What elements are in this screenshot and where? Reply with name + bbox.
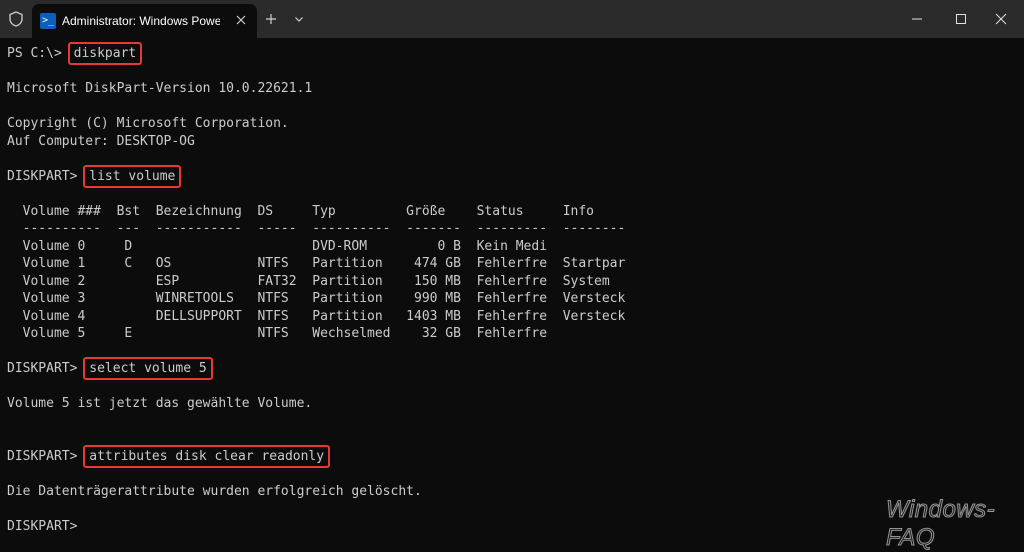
prompt: DISKPART> (7, 448, 86, 464)
tab-close-icon[interactable] (232, 11, 250, 29)
output-line: Volume 5 E NTFS Wechselmed 32 GB Fehlerf… (7, 326, 548, 341)
output-line: Volume 0 D DVD-ROM 0 B Kein Medi (7, 238, 548, 254)
tab-powershell[interactable]: >_ Administrator: Windows PowerShell (32, 4, 257, 38)
highlighted-command: select volume 5 (83, 357, 213, 380)
shield-icon (8, 11, 24, 27)
command-line: DISKPART> select volume 5 (7, 357, 213, 380)
output-line: Volume 3 WINRETOOLS NTFS Partition 990 M… (7, 291, 626, 306)
highlighted-command: diskpart (67, 42, 143, 65)
powershell-icon: >_ (40, 13, 56, 29)
output-line: ---------- --- ----------- ----- -------… (7, 221, 626, 236)
output-line: Volume ### Bst Bezeichnung DS Typ Größe … (7, 203, 594, 219)
command-line: DISKPART> list volume (7, 164, 182, 188)
output-line: Volume 1 C OS NTFS Partition 474 GB Fehl… (7, 256, 626, 271)
title-bar: >_ Administrator: Windows PowerShell (0, 0, 1024, 38)
output-line: Auf Computer: DESKTOP-OG (7, 133, 195, 149)
output-line: Die Datenträgerattribute wurden erfolgre… (7, 483, 422, 499)
highlighted-command: attributes disk clear readonly (83, 444, 331, 468)
watermark: Windows-FAQ (886, 496, 996, 552)
maximize-icon (956, 14, 966, 24)
prompt: PS C:\> (7, 46, 70, 61)
output-line: Copyright (C) Microsoft Corporation. (7, 116, 289, 131)
tab-title: Administrator: Windows PowerShell (62, 14, 220, 28)
command-line: PS C:\> diskpart (7, 42, 143, 65)
prompt: DISKPART> (7, 168, 86, 184)
output-line: Microsoft DiskPart-Version 10.0.22621.1 (7, 81, 313, 96)
highlighted-command: list volume (83, 164, 182, 188)
minimize-button[interactable] (894, 0, 940, 38)
output-line: Volume 4 DELLSUPPORT NTFS Partition 1403… (7, 308, 626, 324)
command-line: DISKPART> (7, 518, 85, 536)
close-icon (995, 13, 1007, 25)
output-line: Volume 2 ESP FAT32 Partition 150 MB Fehl… (7, 273, 610, 289)
command-line: DISKPART> attributes disk clear readonly (7, 444, 331, 468)
chevron-down-icon[interactable] (290, 10, 308, 28)
close-button[interactable] (978, 0, 1024, 38)
terminal-output[interactable]: PS C:\> diskpart Microsoft DiskPart-Versi… (0, 38, 1024, 534)
output-line: Volume 5 ist jetzt das gewählte Volume. (7, 396, 313, 411)
minimize-icon (912, 18, 922, 20)
prompt: DISKPART> (7, 518, 86, 534)
new-tab-icon[interactable] (262, 10, 280, 28)
prompt: DISKPART> (7, 361, 86, 376)
